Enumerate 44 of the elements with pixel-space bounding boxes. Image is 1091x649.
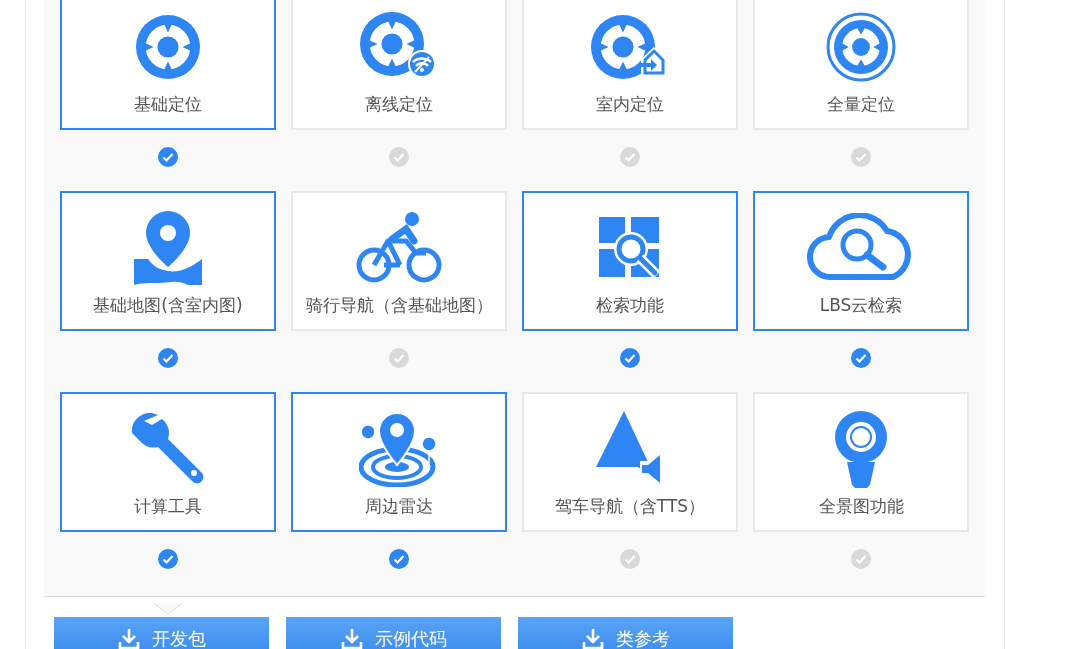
target-icon <box>135 14 201 80</box>
feature-label: 基础定位 <box>134 93 202 116</box>
feature-tile[interactable]: 骑行导航（含基础地图） <box>291 191 507 331</box>
feature-label: 驾车导航（含TTS） <box>554 495 706 518</box>
checkmark-icon[interactable] <box>389 347 409 368</box>
feature-tile[interactable]: 全景图功能 <box>753 392 969 532</box>
checkmark-icon[interactable] <box>620 548 640 569</box>
checkmark-icon[interactable] <box>158 548 178 569</box>
feature-label: 基础地图(含室内图) <box>93 294 243 317</box>
feature-label: 全景图功能 <box>818 495 904 518</box>
feature-label: 检索功能 <box>596 294 664 317</box>
feature-tile[interactable]: 检索功能 <box>522 191 738 331</box>
download-icon <box>581 628 604 649</box>
feature-tile[interactable]: LBS云检索 <box>753 191 969 331</box>
download-icon <box>117 628 140 649</box>
feature-label: 全量定位 <box>827 93 895 116</box>
wrench-icon <box>130 413 206 485</box>
checkmark-icon[interactable] <box>158 347 178 368</box>
feature-tile[interactable]: 室内定位 <box>522 0 738 130</box>
checkmark-icon[interactable] <box>158 146 178 167</box>
feature-tile[interactable]: 周边雷达 <box>291 392 507 532</box>
checkmark-icon[interactable] <box>851 548 871 569</box>
checkmark-icon[interactable] <box>851 347 871 368</box>
download-icon <box>340 628 363 649</box>
feature-tile[interactable]: 离线定位 <box>291 0 507 130</box>
feature-label: LBS云检索 <box>819 294 903 317</box>
checkmark-icon[interactable] <box>620 347 640 368</box>
feature-tile[interactable]: 驾车导航（含TTS） <box>522 392 738 532</box>
checkmark-icon[interactable] <box>389 146 409 167</box>
feature-label: 计算工具 <box>134 495 202 518</box>
feature-tile[interactable]: 全量定位 <box>753 0 969 130</box>
checkmark-icon[interactable] <box>620 146 640 167</box>
feature-tile[interactable]: 基础定位 <box>60 0 276 130</box>
checkmark-icon[interactable] <box>851 146 871 167</box>
feature-tile[interactable]: 基础地图(含室内图) <box>60 191 276 331</box>
feature-label: 室内定位 <box>596 93 664 116</box>
target-ring-icon <box>826 12 896 82</box>
panorama-pin-icon <box>833 410 889 488</box>
radar-pin-icon <box>359 411 439 487</box>
checkmark-icon[interactable] <box>389 548 409 569</box>
feature-label: 离线定位 <box>365 93 433 116</box>
feature-label: 周边雷达 <box>365 495 433 518</box>
feature-tile[interactable]: 计算工具 <box>60 392 276 532</box>
feature-label: 骑行导航（含基础地图） <box>305 294 493 317</box>
